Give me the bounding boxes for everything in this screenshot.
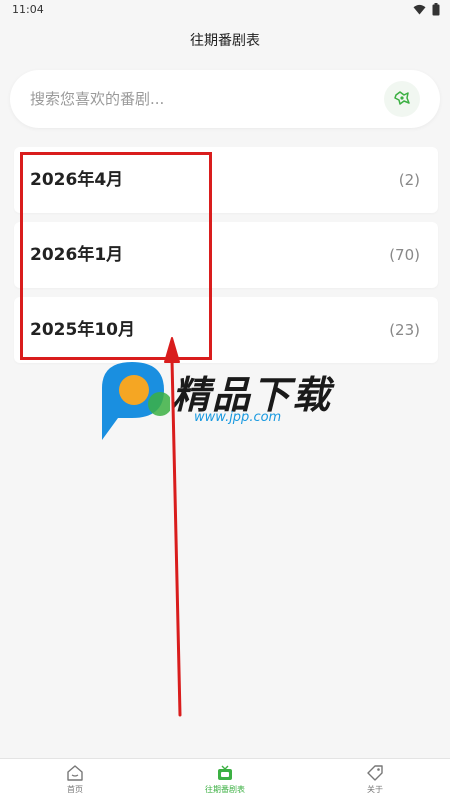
watermark-url: www.jpp.com xyxy=(194,410,282,425)
search-bar xyxy=(10,70,440,128)
bottom-nav: 首页 往期番剧表 关于 xyxy=(0,758,450,800)
search-icon xyxy=(394,91,410,105)
battery-icon xyxy=(432,3,440,16)
season-title: 2025年10月 xyxy=(30,320,135,340)
season-list: 2026年4月 (2) 2026年1月 (70) 2025年10月 (23) xyxy=(14,147,438,372)
search-input[interactable] xyxy=(30,70,370,128)
status-bar: 11:04 xyxy=(0,0,450,20)
season-count: (70) xyxy=(389,246,420,264)
status-icons xyxy=(413,3,440,16)
nav-item-home[interactable]: 首页 xyxy=(0,759,150,800)
tv-icon xyxy=(218,765,232,780)
nav-label: 首页 xyxy=(67,785,83,794)
nav-item-about[interactable]: 关于 xyxy=(300,759,450,800)
tag-icon xyxy=(367,765,383,781)
season-title: 2026年1月 xyxy=(30,245,124,265)
app-header: 往期番剧表 xyxy=(0,20,450,60)
home-icon xyxy=(67,765,83,781)
season-count: (23) xyxy=(389,321,420,339)
wifi-icon xyxy=(413,4,426,15)
search-button[interactable] xyxy=(384,81,420,117)
season-row[interactable]: 2026年1月 (70) xyxy=(14,222,438,288)
season-count: (2) xyxy=(398,171,420,189)
nav-item-schedule[interactable]: 往期番剧表 xyxy=(150,759,300,800)
season-row[interactable]: 2025年10月 (23) xyxy=(14,297,438,363)
season-row[interactable]: 2026年4月 (2) xyxy=(14,147,438,213)
watermark-text: 精品下载 xyxy=(172,373,333,417)
status-time: 11:04 xyxy=(12,3,44,16)
page-title: 往期番剧表 xyxy=(190,33,260,49)
nav-label: 往期番剧表 xyxy=(205,785,245,794)
nav-label: 关于 xyxy=(367,785,383,794)
season-title: 2026年4月 xyxy=(30,170,124,190)
